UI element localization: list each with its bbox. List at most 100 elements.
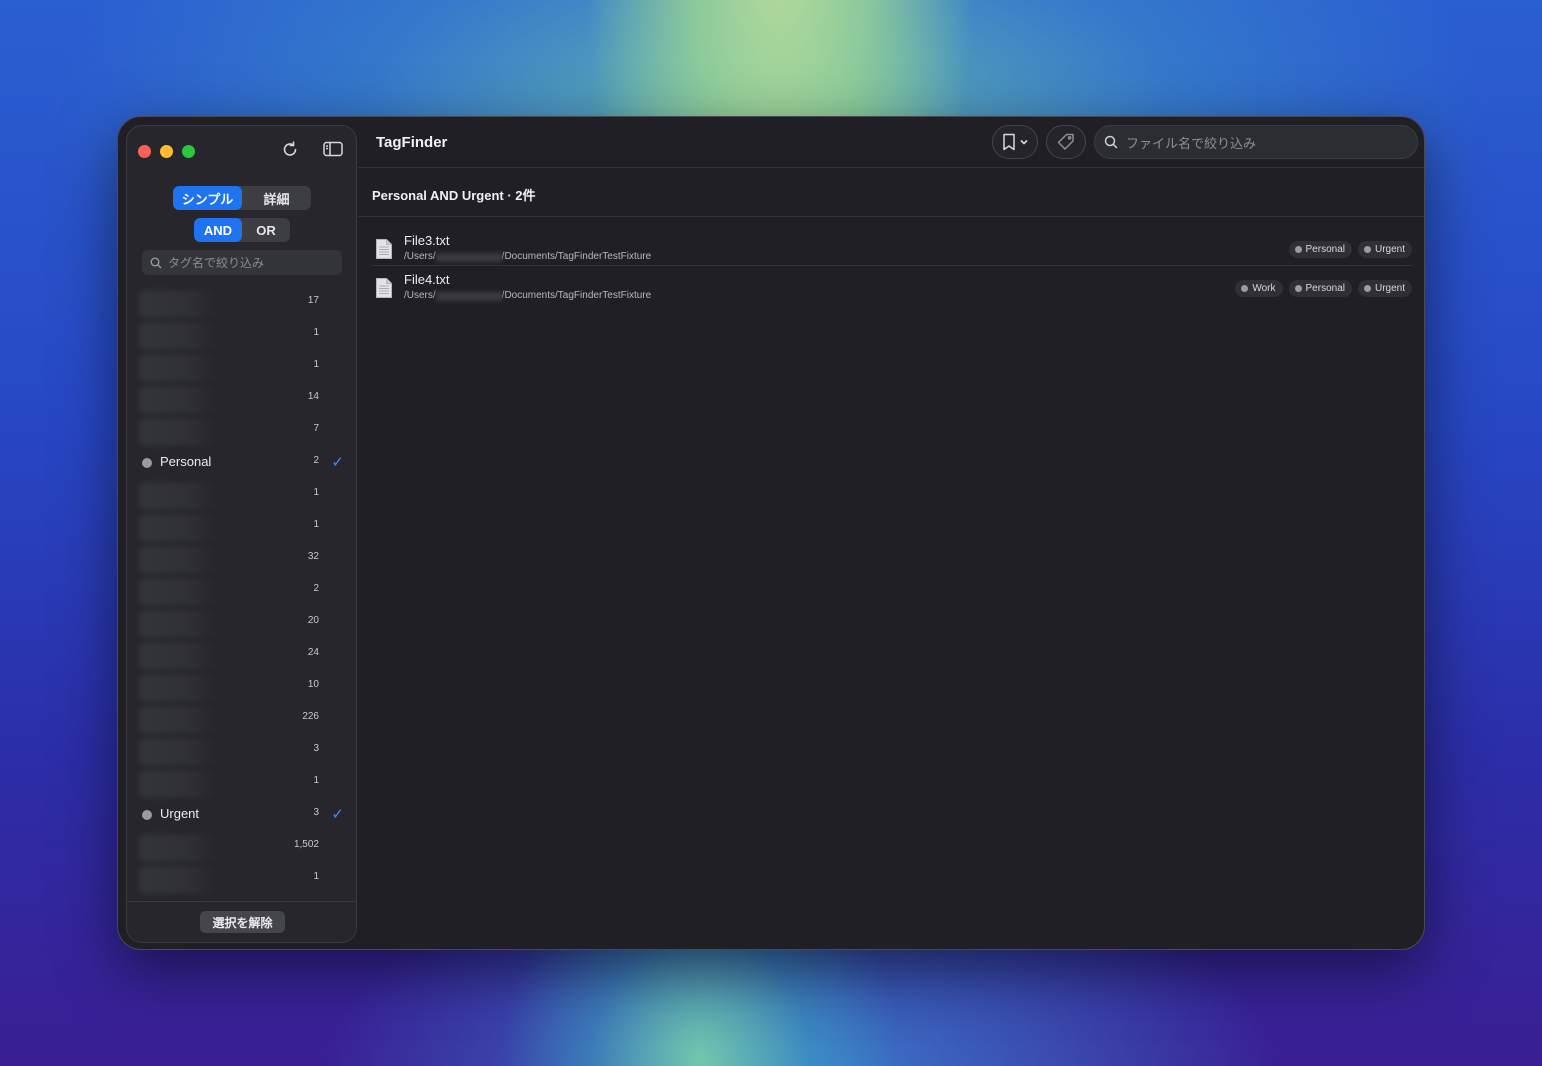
tag-row[interactable]: 1 [127,318,356,350]
redacted-tag-name [139,866,219,894]
tag-count: 14 [307,391,319,402]
tag-row[interactable]: 226 [127,702,356,734]
tag-chip[interactable]: Urgent [1357,280,1412,297]
file-path: /Users/ /Documents/TagFinderTestFixture [404,251,651,262]
redacted-tag-name [139,738,219,766]
redacted-tag-name [139,770,219,798]
tag-row[interactable]: 3 [127,734,356,766]
document-icon [376,278,392,298]
tag-row[interactable]: 20 [127,606,356,638]
tag-row[interactable]: 1,502 [127,830,356,862]
bookmark-menu-button[interactable] [992,125,1038,159]
redacted-tag-name [139,386,219,414]
tag-count: 3 [313,807,319,818]
window-controls [138,145,195,158]
tag-chip-label: Personal [1305,283,1345,294]
redacted-tag-name [139,322,219,350]
tag-row[interactable]: 10 [127,670,356,702]
tag-row[interactable]: 1 [127,478,356,510]
tag-count: 3 [313,743,319,754]
tag-count: 7 [313,423,319,434]
tag-count: 2 [313,583,319,594]
tag-row[interactable]: 1 [127,510,356,542]
tag-row[interactable]: 2 [127,574,356,606]
file-row[interactable]: File4.txt /Users/ /Documents/TagFinderTe… [372,272,1412,310]
tag-row[interactable]: 14 [127,382,356,414]
tag-chip-label: Personal [1305,244,1345,255]
file-search-placeholder: ファイル名で絞り込み [1126,135,1257,151]
tag-icon [1057,133,1074,150]
zoom-window-button[interactable] [182,145,195,158]
tag-count: 32 [307,551,319,562]
tag-search-placeholder: タグ名で絞り込み [168,256,265,270]
tag-row[interactable]: 17 [127,286,356,318]
redacted-tag-name [139,546,219,574]
close-window-button[interactable] [138,145,151,158]
tag-button[interactable] [1046,125,1086,159]
tag-chip[interactable]: Personal [1288,241,1352,258]
tag-row[interactable]: 1 [127,862,356,894]
file-search-input[interactable]: ファイル名で絞り込み [1094,125,1418,159]
chevron-down-icon [1019,139,1028,145]
tag-count: 1 [313,327,319,338]
tag-row[interactable]: 32 [127,542,356,574]
bookmark-icon [1002,133,1015,151]
search-icon [150,257,162,268]
tag-chip[interactable]: Personal [1288,280,1352,297]
tag-row[interactable]: 1 [127,766,356,798]
tag-color-dot [142,458,152,468]
tag-row[interactable]: 1 [127,350,356,382]
app-window: シンプル 詳細 AND OR タグ名で絞り込み 17 1 1 14 7 Pers… [117,116,1425,950]
redacted-tag-name [139,834,219,862]
redacted-tag-name [139,418,219,446]
tag-color-dot [1294,246,1302,253]
tag-row-urgent[interactable]: Urgent 3 ✓ [127,798,356,830]
tag-chip-label: Work [1252,283,1276,294]
tag-color-dot [1363,285,1371,292]
tag-color-dot [1241,285,1249,292]
tag-row[interactable]: 24 [127,638,356,670]
window-title: TagFinder [376,134,448,151]
tag-color-dot [142,810,152,820]
clear-selection-button[interactable]: 選択を解除 [200,911,285,933]
tag-name: Urgent [160,806,200,821]
tag-color-dot [1294,285,1302,292]
minimize-window-button[interactable] [160,145,173,158]
sidebar-icon [323,141,343,157]
tag-chip-label: Urgent [1374,244,1405,255]
tag-row[interactable]: 7 [127,414,356,446]
tag-chip[interactable]: Urgent [1357,241,1412,258]
redacted-tag-name [139,642,219,670]
toolbar-divider [358,167,1424,168]
tag-count: 20 [307,615,319,626]
toggle-sidebar-button[interactable] [320,136,346,162]
checkmark-icon: ✓ [331,806,344,823]
refresh-icon [283,141,297,156]
file-tags: Work Personal Urgent [1235,280,1412,297]
tag-name: Personal [160,454,212,469]
tag-row-personal[interactable]: Personal 2 ✓ [127,446,356,478]
tag-count: 1 [313,359,319,370]
redacted-tag-name [139,706,219,734]
tag-count: 2 [313,455,319,466]
refresh-button[interactable] [277,136,303,162]
tag-chip[interactable]: Work [1235,280,1283,297]
logic-or-button[interactable]: OR [242,218,290,242]
logic-and-button[interactable]: AND [194,218,242,242]
redacted-username [435,292,502,301]
sidebar: シンプル 詳細 AND OR タグ名で絞り込み 17 1 1 14 7 Pers… [126,125,357,943]
mode-detail-button[interactable]: 詳細 [242,186,311,210]
tag-chip-label: Urgent [1374,283,1405,294]
document-icon [376,239,392,259]
file-path-prefix: /Users/ [404,251,436,262]
search-icon [1104,135,1118,149]
redacted-tag-name [139,610,219,638]
mode-simple-button[interactable]: シンプル [173,186,242,210]
file-tags: Personal Urgent [1288,241,1412,258]
file-name: File3.txt [404,233,450,248]
file-name: File4.txt [404,272,450,287]
tag-search-input[interactable]: タグ名で絞り込み [142,250,342,275]
file-path-suffix: /Documents/TagFinderTestFixture [501,251,652,262]
tag-count: 1 [313,519,319,530]
redacted-tag-name [139,514,219,542]
